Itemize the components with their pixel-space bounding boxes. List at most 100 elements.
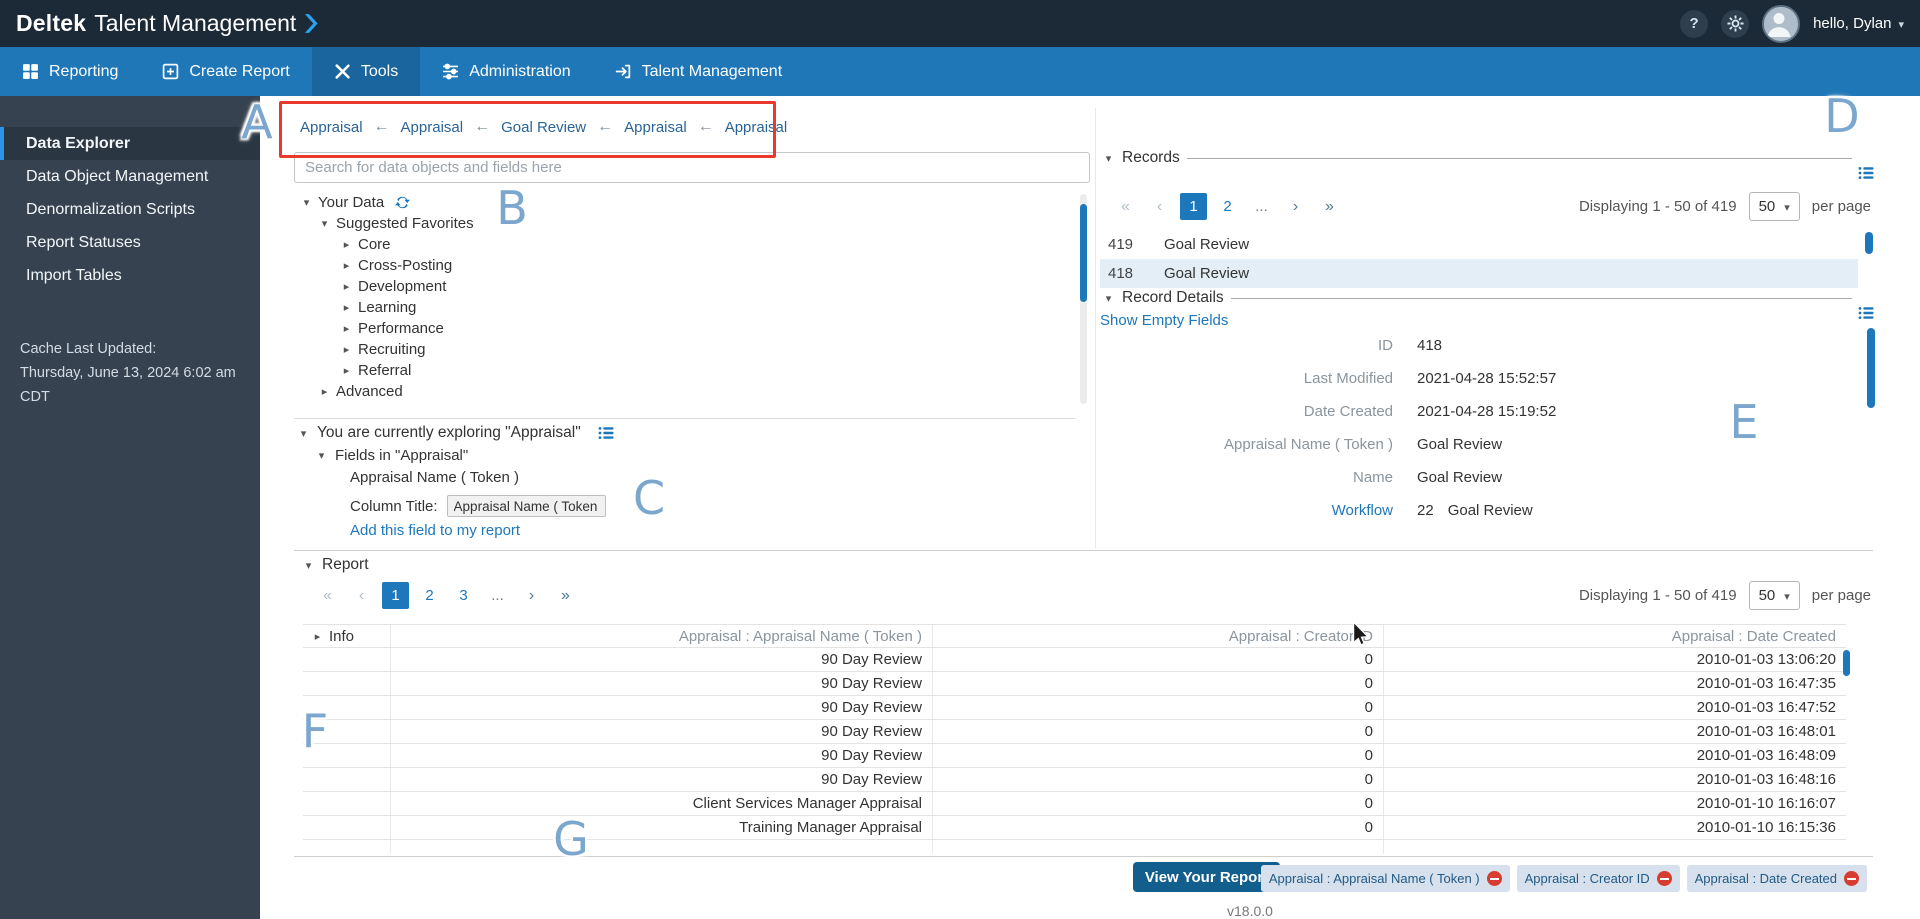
next-page-button[interactable]: › [518, 582, 545, 609]
nav-label: Talent Management [642, 63, 783, 81]
add-field-link[interactable]: Add this field to my report [350, 522, 520, 539]
show-empty-fields-link[interactable]: Show Empty Fields [1100, 312, 1228, 329]
tree-item-core[interactable]: Core [294, 234, 1074, 255]
next-page-button[interactable]: › [1282, 193, 1309, 220]
chevron-expanded-icon[interactable] [1102, 152, 1115, 165]
tree-item-your-data[interactable]: Your Data [294, 192, 1074, 213]
table-header-row: Info Appraisal : Appraisal Name ( Token … [303, 624, 1846, 648]
first-page-button[interactable]: « [314, 582, 341, 609]
records-page-size-select[interactable]: 50 [1749, 192, 1800, 221]
chip-date-created[interactable]: Appraisal : Date Created [1687, 865, 1867, 892]
sidebar-item-data-object-management[interactable]: Data Object Management [0, 160, 260, 193]
chevron-expanded-icon[interactable] [297, 427, 310, 440]
chevron-expanded-icon[interactable] [1102, 292, 1115, 305]
chevron-expanded-icon[interactable] [300, 196, 313, 209]
last-page-button[interactable]: » [1316, 193, 1343, 220]
tree-item-suggested-favorites[interactable]: Suggested Favorites [294, 213, 1074, 234]
last-page-button[interactable]: » [552, 582, 579, 609]
tree-item-cross-posting[interactable]: Cross-Posting [294, 255, 1074, 276]
column-header-appraisal-name[interactable]: Appraisal : Appraisal Name ( Token ) [390, 625, 932, 647]
sidebar-item-data-explorer[interactable]: Data Explorer [0, 127, 260, 160]
prev-page-button[interactable]: ‹ [348, 582, 375, 609]
first-page-button[interactable]: « [1112, 193, 1139, 220]
app-version: v18.0.0 [1227, 903, 1273, 919]
chevron-collapsed-icon[interactable] [340, 322, 353, 335]
sliders-icon [442, 63, 459, 80]
chevron-expanded-icon[interactable] [315, 449, 328, 462]
chevron-collapsed-icon[interactable] [340, 301, 353, 314]
table-row[interactable]: 90 Day Review 0 2010-01-03 16:48:16 [303, 768, 1846, 792]
remove-field-icon[interactable] [1657, 871, 1672, 886]
brand-name: Deltek [16, 10, 86, 37]
table-row[interactable]: 90 Day Review 0 2010-01-03 16:47:52 [303, 696, 1846, 720]
sidebar-item-report-statuses[interactable]: Report Statuses [0, 226, 260, 259]
remove-field-icon[interactable] [1844, 871, 1859, 886]
chevron-expanded-icon[interactable] [302, 559, 315, 572]
record-details-title: Record Details [1122, 289, 1224, 307]
field-name: Appraisal Name ( Token ) [350, 469, 519, 486]
column-title-input[interactable] [447, 495, 606, 517]
view-your-report-button[interactable]: View Your Report [1133, 862, 1280, 892]
chevron-collapsed-icon[interactable] [340, 238, 353, 251]
annotation-box-breadcrumb [279, 101, 776, 158]
prev-page-button[interactable]: ‹ [1146, 193, 1173, 220]
chevron-collapsed-icon[interactable] [311, 630, 324, 643]
column-header-date-created[interactable]: Appraisal : Date Created [1383, 625, 1846, 647]
records-header: Records [1102, 149, 1852, 167]
chevron-expanded-icon[interactable] [318, 217, 331, 230]
chip-creator-id[interactable]: Appraisal : Creator ID [1517, 865, 1680, 892]
table-row[interactable]: 90 Day Review 0 2010-01-03 16:47:35 [303, 672, 1846, 696]
page-2-button[interactable]: 2 [1214, 193, 1241, 220]
sidebar-item-denormalization-scripts[interactable]: Denormalization Scripts [0, 193, 260, 226]
mouse-cursor [1352, 622, 1371, 654]
page-1-button[interactable]: 1 [382, 582, 409, 609]
tree-item-learning[interactable]: Learning [294, 297, 1074, 318]
tree-item-development[interactable]: Development [294, 276, 1074, 297]
chevron-collapsed-icon[interactable] [340, 280, 353, 293]
chevron-collapsed-icon[interactable] [340, 364, 353, 377]
user-avatar[interactable] [1762, 5, 1800, 43]
workflow-link[interactable]: Workflow [1100, 502, 1417, 519]
nav-administration[interactable]: Administration [420, 47, 592, 96]
settings-button[interactable] [1721, 10, 1749, 38]
chip-appraisal-name[interactable]: Appraisal : Appraisal Name ( Token ) [1261, 865, 1510, 892]
page-2-button[interactable]: 2 [416, 582, 443, 609]
tree-item-performance[interactable]: Performance [294, 318, 1074, 339]
chevron-collapsed-icon[interactable] [340, 259, 353, 272]
details-scrollbar-thumb[interactable] [1867, 328, 1875, 408]
remove-field-icon[interactable] [1487, 871, 1502, 886]
refresh-icon[interactable] [395, 195, 410, 210]
sidebar-item-import-tables[interactable]: Import Tables [0, 259, 260, 292]
table-row[interactable]: Client Services Manager Appraisal 0 2010… [303, 792, 1846, 816]
table-row[interactable]: 90 Day Review 0 2010-01-03 16:48:01 [303, 720, 1846, 744]
help-button[interactable]: ? [1680, 10, 1708, 38]
page-3-button[interactable]: 3 [450, 582, 477, 609]
page-1-button[interactable]: 1 [1180, 193, 1207, 220]
nav-talent-management[interactable]: Talent Management [593, 47, 805, 96]
chevron-collapsed-icon[interactable] [340, 343, 353, 356]
table-row[interactable]: Training Manager Appraisal 0 2010-01-10 … [303, 816, 1846, 840]
chevron-collapsed-icon[interactable] [318, 385, 331, 398]
user-menu[interactable]: hello, Dylan [1813, 15, 1904, 33]
nav-reporting[interactable]: Reporting [0, 47, 140, 96]
records-list-view-icon[interactable] [1858, 166, 1874, 185]
column-header-creator-id[interactable]: Appraisal : Creator ID [932, 625, 1383, 647]
nav-tools[interactable]: Tools [312, 47, 420, 96]
record-row-418[interactable]: 418 Goal Review [1100, 259, 1858, 288]
tree-item-advanced[interactable]: Advanced [294, 381, 1074, 402]
report-page-size-select[interactable]: 50 [1749, 581, 1800, 610]
info-column-header[interactable]: Info [303, 625, 390, 647]
workflow-value-link[interactable]: Goal Review [1448, 502, 1533, 519]
tree-item-recruiting[interactable]: Recruiting [294, 339, 1074, 360]
details-list-view-icon[interactable] [1858, 306, 1874, 325]
table-scrollbar-thumb[interactable] [1843, 650, 1850, 676]
records-scrollbar-thumb[interactable] [1865, 232, 1873, 254]
tree-item-referral[interactable]: Referral [294, 360, 1074, 381]
tree-scrollbar-thumb[interactable] [1080, 204, 1087, 302]
table-row[interactable]: 90 Day Review 0 2010-01-03 13:06:20 [303, 648, 1846, 672]
list-view-icon[interactable] [598, 426, 614, 440]
table-row[interactable]: 90 Day Review 0 2010-01-03 16:48:09 [303, 744, 1846, 768]
record-row-419[interactable]: 419 Goal Review [1100, 230, 1858, 259]
nav-create-report[interactable]: Create Report [140, 47, 312, 96]
report-pager: « ‹ 1 2 3 ... › » [314, 581, 579, 610]
